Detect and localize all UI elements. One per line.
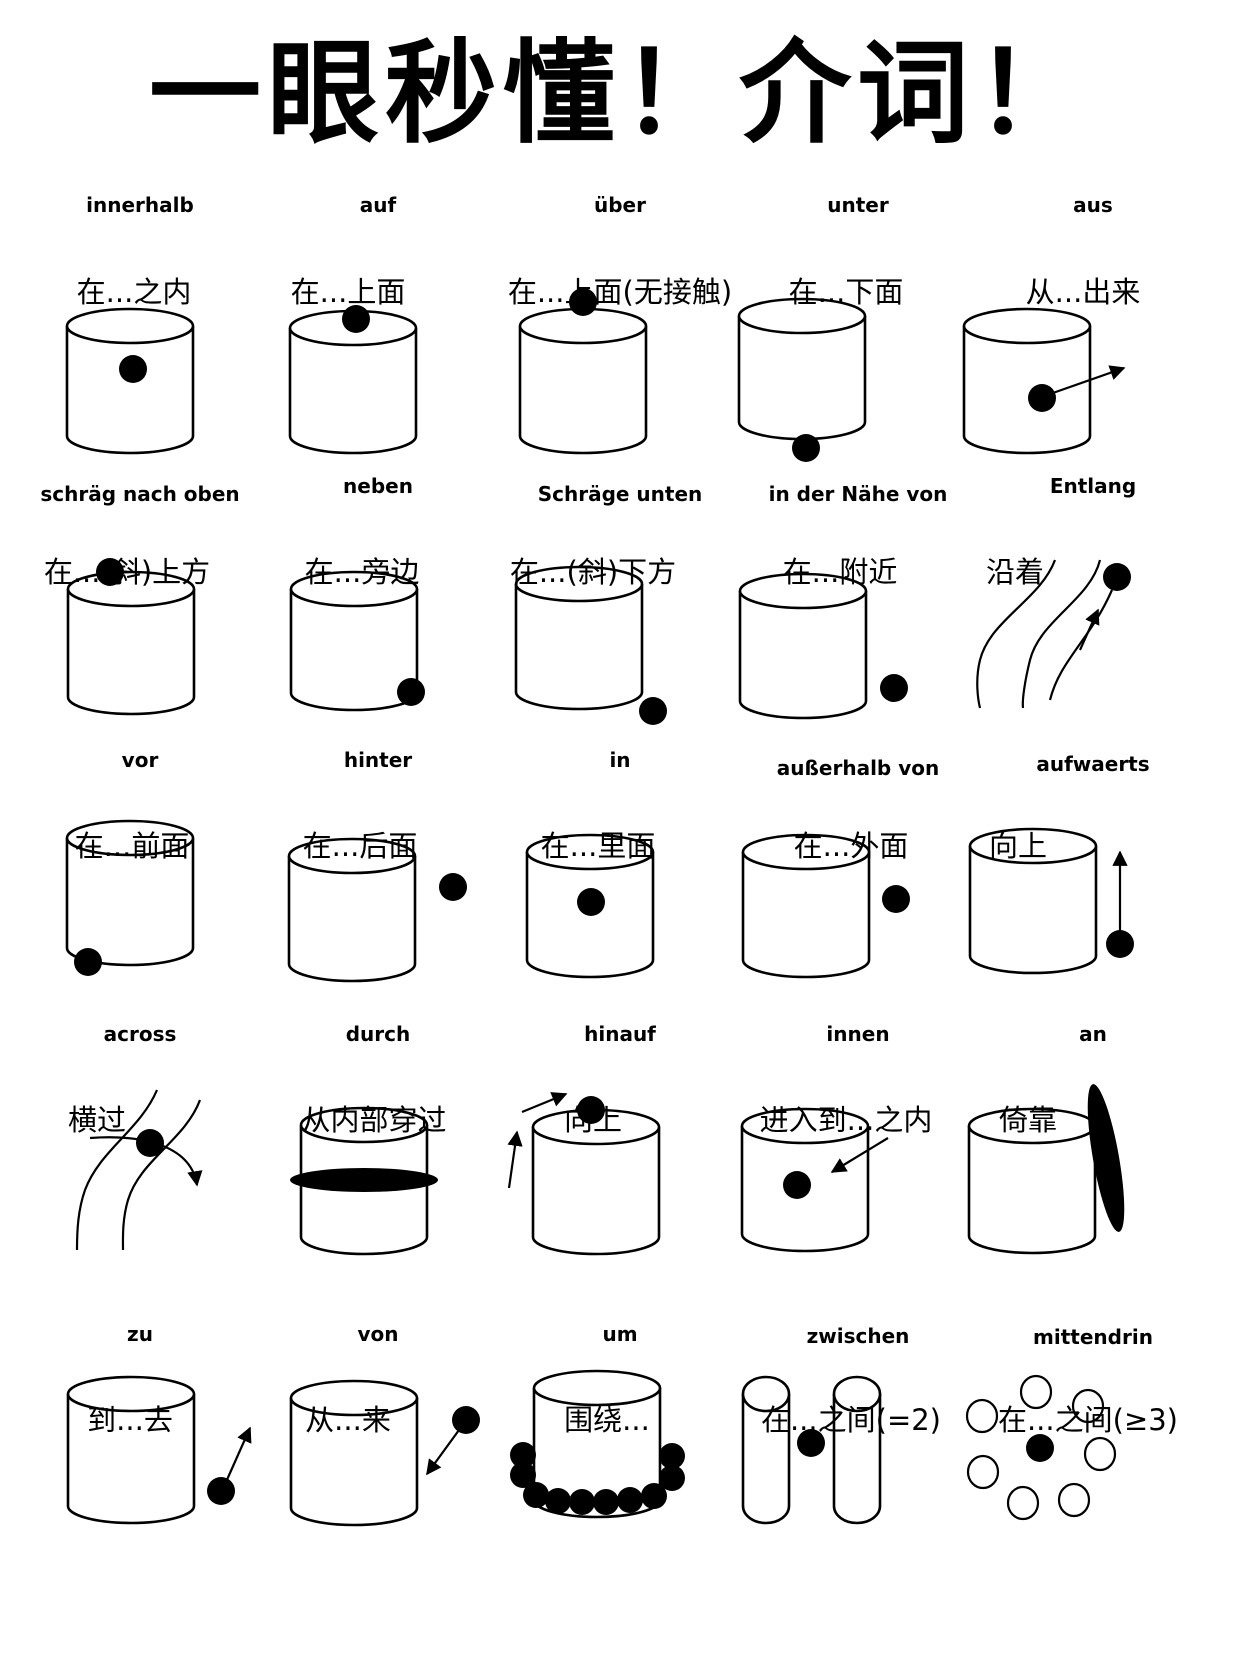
hollow-circle	[1006, 1485, 1040, 1521]
ball-dot	[1028, 384, 1056, 412]
preposition-meaning: 向上	[563, 1103, 622, 1137]
ball-dot	[74, 948, 102, 976]
ball-dot	[119, 355, 147, 383]
ball-among-circles-icon	[965, 1374, 1117, 1521]
ball-dot	[397, 678, 425, 706]
preposition-meaning: 倚靠	[998, 1103, 1057, 1137]
hollow-circle	[1083, 1436, 1117, 1472]
ball-dot	[783, 1171, 811, 1199]
balls-around-cylinder-icon	[510, 1369, 685, 1519]
ball-dot	[792, 434, 820, 462]
pillar-shape	[832, 1375, 882, 1525]
cylinder-shape	[738, 572, 868, 720]
preposition-meaning: 沿着	[985, 555, 1044, 589]
ball-dot	[1026, 1434, 1054, 1462]
ball-dot	[439, 873, 467, 901]
ball-dot	[342, 305, 370, 333]
cylinder-shape	[737, 297, 867, 441]
arrow-icon	[1078, 608, 1100, 651]
bead-dot	[523, 1482, 549, 1508]
ball-between-two-pillars-icon	[741, 1375, 882, 1525]
ball-beside-cylinder-icon	[289, 570, 425, 712]
ball-below-cylinder-icon	[737, 297, 867, 462]
pillar-shape	[741, 1375, 791, 1525]
preposition-meaning: 在...里面	[540, 829, 656, 863]
arrow-icon	[224, 1426, 252, 1483]
disc-shape	[290, 1168, 438, 1192]
ball-inside-cylinder-icon	[65, 307, 195, 455]
hollow-circle	[966, 1454, 1000, 1490]
arrow-icon	[426, 1429, 460, 1476]
ball-dot	[207, 1477, 235, 1505]
path-track-line	[1048, 589, 1114, 701]
preposition-word: mittendrin	[1033, 1325, 1153, 1349]
bead-dot	[617, 1487, 643, 1513]
preposition-meaning: 围绕...	[564, 1403, 650, 1437]
ball-dot	[882, 885, 910, 913]
preposition-meaning: 从...出来	[1025, 275, 1141, 309]
ball-dot	[577, 888, 605, 916]
cylinder-shape	[66, 570, 196, 716]
preposition-meaning: 向上	[988, 829, 1047, 863]
preposition-word: Entlang	[1049, 474, 1137, 498]
ball-exiting-cylinder-icon	[962, 307, 1126, 455]
bead-dot	[545, 1488, 571, 1514]
prepositions-infographic: 一眼秒懂！介词！ innerhalb 在...之内 auf 在...上面 über 在..…	[0, 0, 1242, 1660]
arrow-icon	[507, 1130, 523, 1189]
preposition-word: an	[1079, 1022, 1107, 1046]
cylinder-shape	[518, 307, 648, 455]
ball-on-top-cylinder-icon	[288, 305, 418, 455]
ball-near-cylinder-icon	[738, 572, 908, 720]
bead-dot	[593, 1489, 619, 1515]
cylinder-shape	[962, 307, 1092, 455]
ball-dot	[1106, 930, 1134, 958]
hollow-circle	[1057, 1482, 1091, 1518]
preposition-meaning: 在...上面	[290, 275, 406, 309]
preposition-meaning: 横过	[67, 1103, 126, 1137]
preposition-meaning: 在...(斜)下方	[509, 555, 677, 589]
ball-lower-right-cylinder-icon	[514, 565, 667, 725]
preposition-meaning: 从...来	[305, 1403, 391, 1437]
preposition-word: aufwaerts	[1036, 752, 1150, 776]
bead-dot	[659, 1443, 685, 1469]
ball-dot	[880, 674, 908, 702]
preposition-meaning: 在...之间(≥3)	[997, 1403, 1179, 1437]
ball-dot	[639, 697, 667, 725]
bead-dot	[569, 1489, 595, 1515]
ball-toward-cylinder-icon	[66, 1375, 252, 1525]
cylinder-shape	[66, 1375, 196, 1525]
ball-above-cylinder-icon	[518, 288, 648, 455]
preposition-word: aus	[1073, 193, 1113, 217]
